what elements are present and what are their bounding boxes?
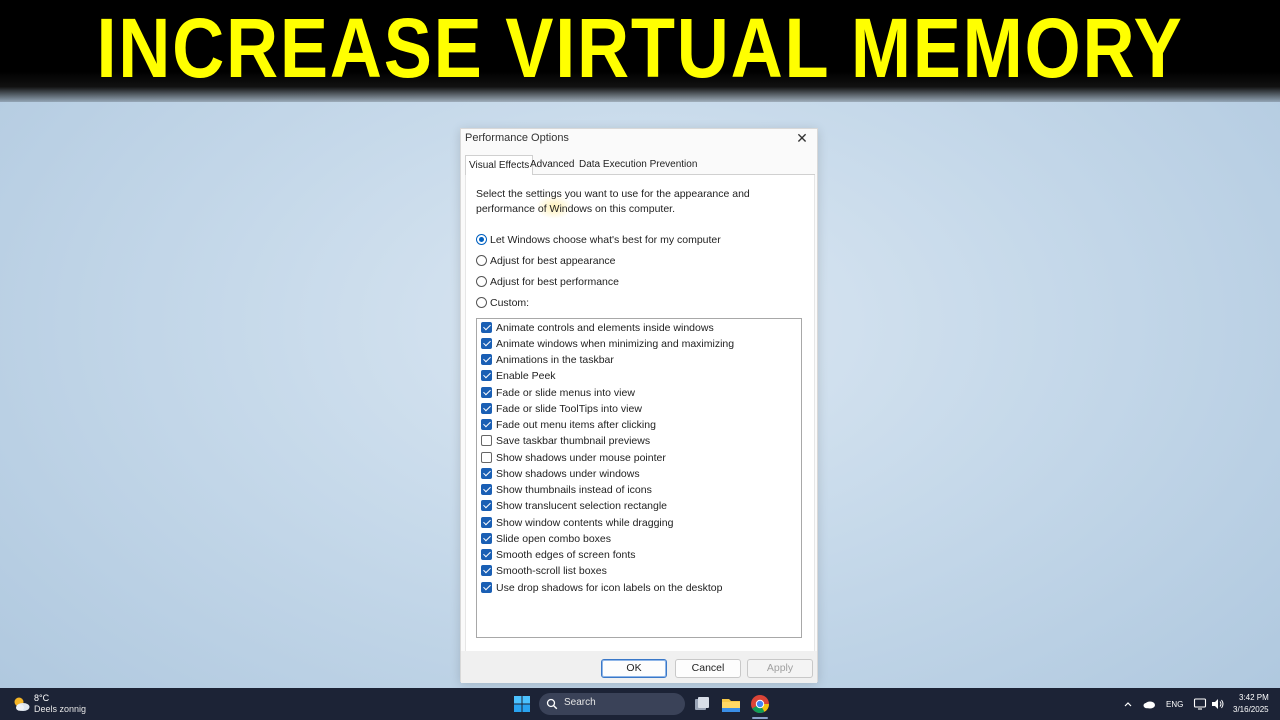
clock-time[interactable]: 3:42 PM xyxy=(1239,693,1269,702)
tab-strip: Visual Effects Advanced Data Execution P… xyxy=(465,155,815,176)
radio-label: Custom: xyxy=(490,297,530,309)
effect-label: Smooth edges of screen fonts xyxy=(496,549,636,561)
effect-item[interactable]: Fade or slide ToolTips into view xyxy=(481,402,642,416)
dialog-title: Performance Options xyxy=(465,132,569,144)
effect-label: Save taskbar thumbnail previews xyxy=(496,435,651,447)
cancel-button[interactable]: Cancel xyxy=(675,659,741,678)
effect-label: Smooth-scroll list boxes xyxy=(496,565,607,577)
ok-button[interactable]: OK xyxy=(601,659,667,678)
checkbox[interactable] xyxy=(481,500,492,511)
chevron-up-icon[interactable] xyxy=(1123,699,1133,709)
effect-item[interactable]: Animate controls and elements inside win… xyxy=(481,321,714,335)
checkbox[interactable] xyxy=(481,338,492,349)
effect-label: Fade or slide menus into view xyxy=(496,387,635,399)
radio-custom[interactable]: Custom: xyxy=(476,296,529,310)
language-indicator[interactable]: ENG xyxy=(1166,700,1183,709)
partly-sunny-icon xyxy=(14,697,30,711)
chrome-icon[interactable] xyxy=(748,692,772,716)
volume-icon[interactable] xyxy=(1210,697,1224,711)
effect-item[interactable]: Slide open combo boxes xyxy=(481,532,611,546)
effect-label: Show shadows under windows xyxy=(496,468,640,480)
file-explorer-icon[interactable] xyxy=(719,692,743,716)
close-icon[interactable]: ✕ xyxy=(793,129,811,147)
radio-button[interactable] xyxy=(476,255,487,266)
effect-label: Show window contents while dragging xyxy=(496,517,674,529)
task-view-icon[interactable] xyxy=(690,692,714,716)
title-banner: INCREASE VIRTUAL MEMORY xyxy=(0,0,1280,102)
radio-label: Let Windows choose what's best for my co… xyxy=(490,234,721,246)
effect-label: Show thumbnails instead of icons xyxy=(496,484,652,496)
effect-label: Fade out menu items after clicking xyxy=(496,419,656,431)
search-icon xyxy=(546,698,558,710)
checkbox[interactable] xyxy=(481,403,492,414)
effect-label: Use drop shadows for icon labels on the … xyxy=(496,582,723,594)
effect-item[interactable]: Fade or slide menus into view xyxy=(481,386,635,400)
weather-description: Deels zonnig xyxy=(34,704,87,714)
effect-item[interactable]: Smooth-scroll list boxes xyxy=(481,564,607,578)
system-tray: ENG 3:42 PM 3/16/2025 xyxy=(1120,688,1280,720)
effect-item[interactable]: Animate windows when minimizing and maxi… xyxy=(481,337,734,351)
dialog-footer: OK Cancel Apply xyxy=(461,651,817,683)
apply-button[interactable]: Apply xyxy=(747,659,813,678)
tab-data-execution-prevention[interactable]: Data Execution Prevention xyxy=(576,155,700,175)
display-icon[interactable] xyxy=(1193,697,1207,711)
visual-effects-panel: Select the settings you want to use for … xyxy=(465,175,815,651)
checkbox[interactable] xyxy=(481,322,492,333)
effect-label: Show shadows under mouse pointer xyxy=(496,452,666,464)
weather-temperature: 8°C xyxy=(34,693,50,703)
checkbox[interactable] xyxy=(481,582,492,593)
checkbox[interactable] xyxy=(481,435,492,446)
effect-label: Fade or slide ToolTips into view xyxy=(496,403,642,415)
checkbox[interactable] xyxy=(481,419,492,430)
banner-title: INCREASE VIRTUAL MEMORY xyxy=(96,1,1184,95)
radio-best-performance[interactable]: Adjust for best performance xyxy=(476,275,619,289)
onedrive-icon[interactable] xyxy=(1142,698,1156,710)
effect-item[interactable]: Animations in the taskbar xyxy=(481,353,614,367)
clock-date[interactable]: 3/16/2025 xyxy=(1233,705,1269,714)
effect-item[interactable]: Show shadows under windows xyxy=(481,467,640,481)
effect-label: Slide open combo boxes xyxy=(496,533,611,545)
effect-label: Animate controls and elements inside win… xyxy=(496,322,714,334)
checkbox[interactable] xyxy=(481,565,492,576)
effect-label: Animations in the taskbar xyxy=(496,354,614,366)
effect-label: Show translucent selection rectangle xyxy=(496,500,668,512)
radio-best-appearance[interactable]: Adjust for best appearance xyxy=(476,254,616,268)
effect-label: Animate windows when minimizing and maxi… xyxy=(496,338,735,350)
checkbox[interactable] xyxy=(481,517,492,528)
start-icon[interactable] xyxy=(510,692,534,716)
effect-item[interactable]: Use drop shadows for icon labels on the … xyxy=(481,581,722,595)
active-app-indicator xyxy=(752,717,768,719)
search-placeholder: Search xyxy=(564,697,596,708)
checkbox[interactable] xyxy=(481,370,492,381)
performance-options-dialog: Performance Options ✕ Visual Effects Adv… xyxy=(460,128,818,683)
tab-advanced[interactable]: Advanced xyxy=(527,155,577,175)
effect-label: Enable Peek xyxy=(496,370,556,382)
checkbox[interactable] xyxy=(481,533,492,544)
checkbox[interactable] xyxy=(481,452,492,463)
checkbox[interactable] xyxy=(481,468,492,479)
radio-button[interactable] xyxy=(476,297,487,308)
radio-label: Adjust for best performance xyxy=(490,276,619,288)
radio-button[interactable] xyxy=(476,276,487,287)
checkbox[interactable] xyxy=(481,354,492,365)
taskbar: 8°C Deels zonnig Search ENG 3:42 PM 3/16… xyxy=(0,688,1280,720)
effect-item[interactable]: Save taskbar thumbnail previews xyxy=(481,434,650,448)
effect-item[interactable]: Show window contents while dragging xyxy=(481,516,673,530)
checkbox[interactable] xyxy=(481,387,492,398)
checkbox[interactable] xyxy=(481,549,492,560)
effects-listbox[interactable]: Animate controls and elements inside win… xyxy=(476,318,802,638)
radio-label: Adjust for best appearance xyxy=(490,255,616,267)
tab-visual-effects[interactable]: Visual Effects xyxy=(465,155,534,176)
effect-item[interactable]: Show shadows under mouse pointer xyxy=(481,451,666,465)
panel-description: Select the settings you want to use for … xyxy=(476,188,750,215)
radio-let-windows-choose[interactable]: Let Windows choose what's best for my co… xyxy=(476,233,721,247)
effect-item[interactable]: Show translucent selection rectangle xyxy=(481,499,667,513)
checkbox[interactable] xyxy=(481,484,492,495)
effect-item[interactable]: Smooth edges of screen fonts xyxy=(481,548,636,562)
radio-button-selected[interactable] xyxy=(476,234,487,245)
effect-item[interactable]: Show thumbnails instead of icons xyxy=(481,483,652,497)
taskbar-search-box[interactable]: Search xyxy=(539,693,685,715)
effect-item[interactable]: Fade out menu items after clicking xyxy=(481,418,656,432)
effect-item[interactable]: Enable Peek xyxy=(481,369,556,383)
